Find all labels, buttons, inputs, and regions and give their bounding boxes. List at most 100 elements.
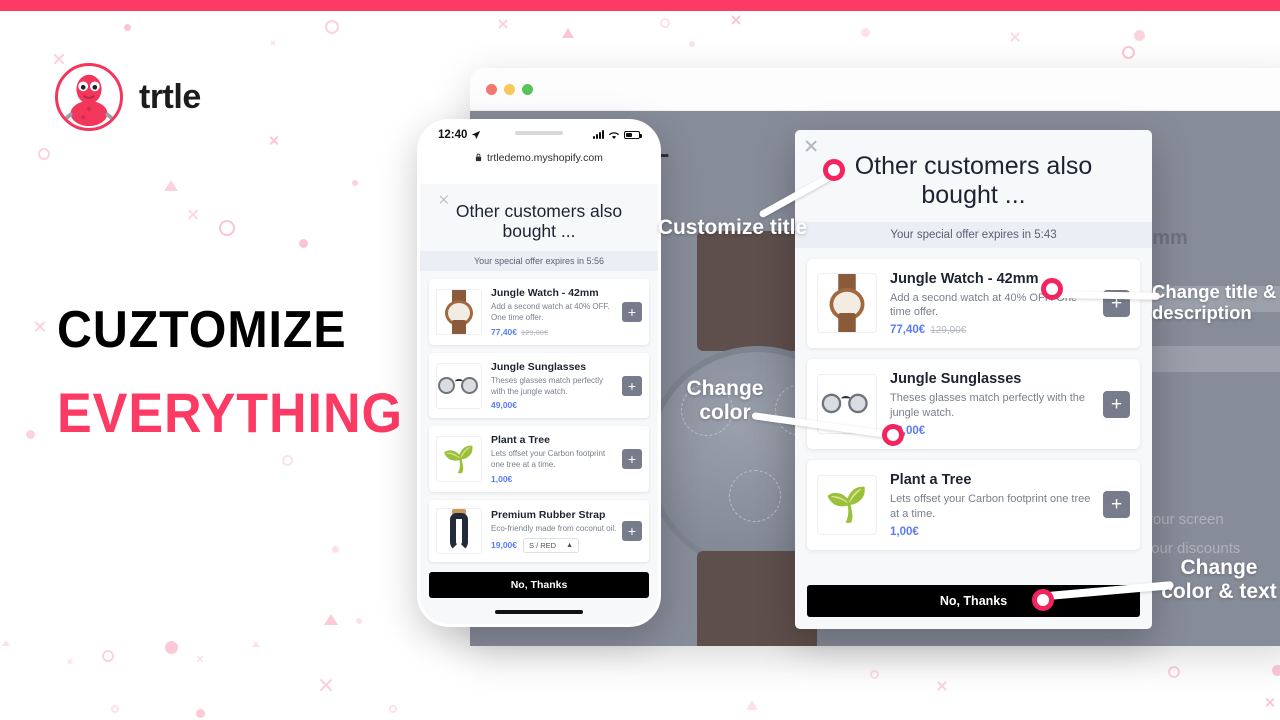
add-to-cart-button[interactable]: + bbox=[622, 302, 642, 323]
store-placeholder-bar bbox=[1130, 346, 1280, 372]
watch-thumbnail-icon bbox=[436, 289, 482, 336]
list-item[interactable]: Jungle Watch - 42mm Add a second watch a… bbox=[429, 279, 649, 345]
product-price: 49,00€ bbox=[491, 400, 517, 411]
deco-dot-icon bbox=[861, 28, 870, 37]
price-current: 77,40€ bbox=[491, 326, 517, 337]
deco-circle-icon bbox=[325, 20, 339, 34]
product-title: Plant a Tree bbox=[491, 434, 550, 447]
close-icon[interactable] bbox=[804, 139, 818, 153]
deco-circle-icon bbox=[38, 148, 50, 160]
status-time: 12:40 bbox=[438, 129, 468, 141]
deco-dot-icon bbox=[356, 618, 362, 624]
maximize-dot-green-icon[interactable] bbox=[522, 83, 533, 95]
add-to-cart-button[interactable]: + bbox=[1103, 491, 1130, 519]
product-title: Premium Rubber Strap bbox=[491, 509, 606, 522]
deco-triangle-icon bbox=[252, 641, 260, 647]
variant-select[interactable]: S / RED ▲ bbox=[523, 537, 579, 553]
deco-circle-icon bbox=[389, 705, 397, 713]
product-title: Jungle Sunglasses bbox=[890, 371, 1022, 388]
phone-offer-title: Other customers also bought ... bbox=[455, 201, 623, 242]
phone-screen: 12:40 trtledemo.myshopify.com Other cust… bbox=[420, 122, 658, 624]
deco-x-icon bbox=[66, 658, 73, 665]
add-to-cart-button[interactable]: + bbox=[622, 375, 642, 396]
callout-marker bbox=[882, 424, 904, 446]
deco-dot-icon bbox=[165, 641, 178, 654]
product-price: 77,40€ 129,00€ bbox=[491, 327, 617, 337]
deco-x-icon bbox=[268, 135, 279, 146]
callout-marker bbox=[823, 159, 845, 181]
deco-circle-icon bbox=[102, 650, 114, 662]
phone-status-bar: 12:40 bbox=[420, 122, 658, 148]
chevron-up-icon: ▲ bbox=[566, 541, 573, 549]
product-price: 1,00€ bbox=[491, 474, 513, 485]
product-price: 19,00€ bbox=[491, 540, 517, 551]
deco-dot-icon bbox=[689, 41, 695, 47]
product-description: Lets offset your Carbon footprint one tr… bbox=[491, 449, 606, 470]
deco-dot-icon bbox=[1134, 30, 1145, 41]
add-to-cart-button[interactable]: + bbox=[622, 521, 642, 542]
product-title: Jungle Sunglasses bbox=[491, 360, 587, 373]
battery-icon bbox=[624, 131, 642, 139]
deco-dot-icon bbox=[332, 546, 339, 553]
table-row[interactable]: Jungle Watch - 42mm Add a second watch a… bbox=[807, 258, 1140, 349]
deco-triangle-icon bbox=[2, 640, 10, 646]
list-item[interactable]: 🌱 Plant a Tree Lets offset your Carbon f… bbox=[429, 426, 649, 493]
signal-bars-icon bbox=[593, 130, 604, 139]
decline-offer-button[interactable]: No, Thanks bbox=[429, 572, 649, 598]
deco-circle-icon bbox=[219, 220, 235, 236]
product-price: 1,00€ bbox=[890, 525, 919, 538]
turtle-logo-icon bbox=[55, 63, 123, 131]
close-icon[interactable] bbox=[438, 194, 449, 205]
phone-url-bar[interactable]: trtledemo.myshopify.com bbox=[420, 148, 658, 171]
deco-circle-icon bbox=[111, 705, 119, 713]
brand-name: trtle bbox=[139, 77, 201, 116]
watch-subdial bbox=[729, 470, 781, 522]
deco-dot-icon bbox=[26, 430, 35, 439]
deco-x-icon bbox=[186, 208, 199, 221]
callout-marker bbox=[1032, 589, 1054, 611]
close-dot-red-icon[interactable] bbox=[486, 83, 497, 95]
phone-mockup: 12:40 trtledemo.myshopify.com Other cust… bbox=[417, 119, 661, 627]
headline-line-2: EVERYTHING bbox=[57, 381, 403, 444]
deco-dot-icon bbox=[352, 180, 358, 186]
brand-lockup: trtle bbox=[55, 63, 201, 131]
deco-circle-icon bbox=[1122, 46, 1135, 59]
price-original: 129,00€ bbox=[930, 325, 967, 337]
add-to-cart-button[interactable]: + bbox=[1103, 390, 1130, 418]
table-row[interactable]: 🌱 Plant a Tree Lets offset your Carbon f… bbox=[807, 459, 1140, 550]
deco-dot-icon bbox=[1272, 665, 1280, 676]
minimize-dot-yellow-icon[interactable] bbox=[504, 83, 515, 95]
product-title: Plant a Tree bbox=[890, 471, 972, 488]
status-icons bbox=[593, 130, 642, 140]
product-description: Add a second watch at 40% OFF. One time … bbox=[491, 302, 610, 323]
product-title: Jungle Watch - 42mm bbox=[491, 287, 599, 300]
deco-triangle-icon bbox=[164, 180, 178, 191]
phone-notch bbox=[515, 131, 563, 135]
product-description: Lets offset your Carbon footprint one tr… bbox=[890, 492, 1091, 520]
watch-thumbnail-icon bbox=[817, 273, 877, 334]
deco-triangle-icon bbox=[562, 28, 574, 38]
price-original: 129,00€ bbox=[521, 327, 549, 337]
seedling-thumbnail-icon: 🌱 bbox=[436, 436, 482, 483]
phone-url-text: trtledemo.myshopify.com bbox=[486, 152, 603, 164]
product-description: Theses glasses match perfectly with the … bbox=[890, 392, 1086, 420]
headline-line-1: CUZTOMIZE bbox=[57, 301, 347, 359]
list-item[interactable]: Jungle Sunglasses Theses glasses match p… bbox=[429, 352, 649, 419]
product-description: Eco-friendly made from coconut oil. bbox=[491, 524, 617, 534]
price-current: 77,40€ bbox=[890, 324, 926, 337]
add-to-cart-button[interactable]: + bbox=[622, 449, 642, 470]
deco-dot-icon bbox=[124, 24, 131, 31]
deco-triangle-icon bbox=[746, 700, 758, 710]
deco-x-icon bbox=[1264, 697, 1275, 708]
callout-label-change-title-description: Change title & description bbox=[1152, 281, 1277, 324]
deco-circle-icon bbox=[1168, 666, 1180, 678]
deco-x-icon bbox=[196, 655, 204, 663]
desktop-offer-modal: Other customers also bought ... Your spe… bbox=[795, 130, 1152, 629]
variant-value: S / RED bbox=[529, 540, 557, 550]
deco-x-icon bbox=[318, 677, 334, 693]
table-row[interactable]: Jungle Sunglasses Theses glasses match p… bbox=[807, 359, 1140, 449]
deco-circle-icon bbox=[660, 18, 670, 28]
list-item[interactable]: Premium Rubber Strap Eco-friendly made f… bbox=[429, 500, 649, 563]
deco-x-icon bbox=[936, 680, 948, 692]
modal-timer: Your special offer expires in 5:43 bbox=[795, 221, 1152, 248]
